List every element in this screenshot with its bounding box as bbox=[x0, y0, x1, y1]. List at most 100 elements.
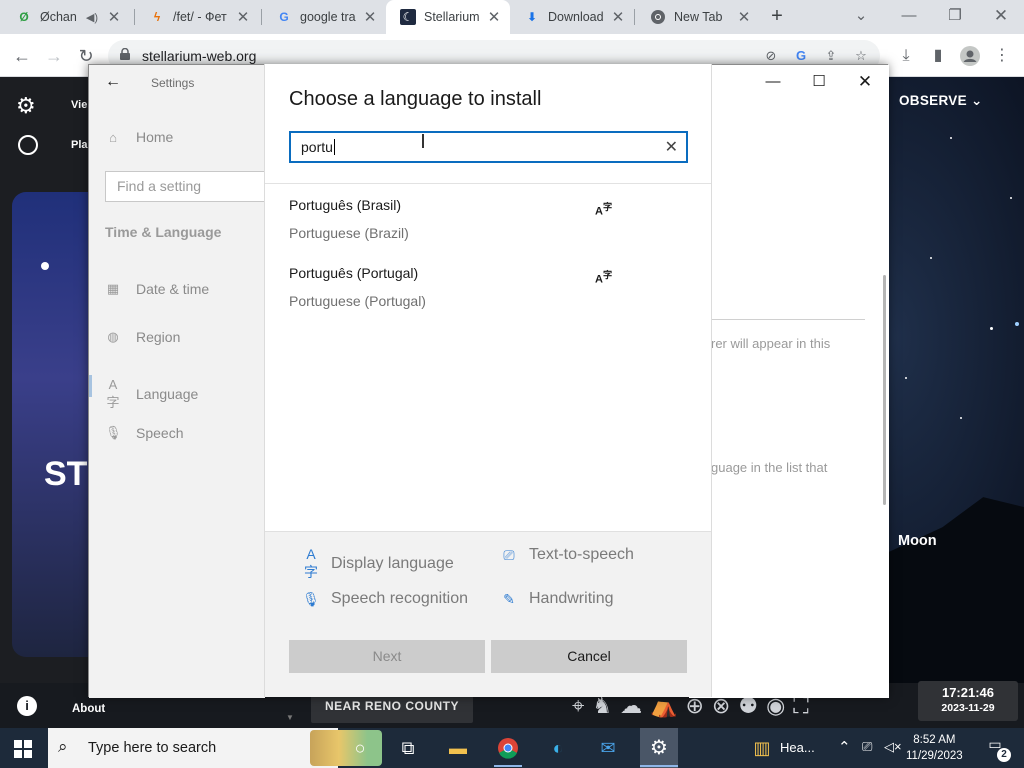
handwriting-icon: ✎ bbox=[503, 590, 515, 607]
search-value: portu bbox=[301, 139, 335, 155]
tab-close-icon[interactable]: ✕ bbox=[235, 8, 251, 26]
date-value: 2023-11-29 bbox=[941, 702, 995, 714]
new-tab-button[interactable]: + bbox=[766, 5, 788, 29]
browser-tab-0[interactable]: Ø Øchan ◀) ✕ bbox=[2, 0, 130, 34]
minimize-icon[interactable]: — bbox=[758, 71, 788, 93]
location-button[interactable]: NEAR RENO COUNTY bbox=[311, 693, 473, 723]
language-option[interactable]: Português (Portugal) Portuguese (Portuga… bbox=[289, 265, 689, 323]
menu-label-view[interactable]: Vie bbox=[71, 99, 87, 111]
tab-search-chevron-icon[interactable]: ⌄ bbox=[848, 4, 874, 28]
feature-label: Text-to-speech bbox=[529, 546, 634, 563]
about-link[interactable]: About bbox=[72, 703, 105, 715]
kebab-menu-icon[interactable]: ⋮ bbox=[990, 44, 1014, 68]
settings-content-right bbox=[689, 65, 889, 698]
section-title: Time & Language bbox=[105, 224, 222, 240]
search-placeholder: Type here to search bbox=[88, 740, 217, 756]
close-window-icon[interactable]: ✕ bbox=[988, 4, 1014, 28]
clear-search-icon[interactable]: ✕ bbox=[665, 137, 678, 157]
dialog-footer: A字 Display language ⎚ Text-to-speech 🎙︎ … bbox=[265, 531, 711, 697]
moon-label[interactable]: Moon bbox=[898, 533, 937, 549]
browser-tab-3[interactable]: ☾ Stellarium ✕ bbox=[386, 0, 510, 34]
find-setting-input[interactable]: Find a setting bbox=[105, 171, 275, 202]
browser-tab-5[interactable]: New Tab ✕ bbox=[636, 0, 760, 34]
downloads-icon[interactable]: ⤓ bbox=[894, 44, 918, 68]
minimize-icon[interactable]: — bbox=[896, 4, 922, 28]
task-view-icon[interactable]: ⧉ bbox=[394, 734, 422, 762]
browser-tab-1[interactable]: ϟ /fet/ - Фет ✕ bbox=[135, 0, 259, 34]
selected-nav-indicator bbox=[89, 375, 92, 397]
close-icon[interactable]: ✕ bbox=[850, 71, 880, 93]
tab-close-icon[interactable]: ✕ bbox=[610, 8, 626, 26]
home-icon: ⌂ bbox=[109, 129, 117, 145]
chevron-up-icon[interactable]: ⌃ bbox=[838, 738, 851, 756]
running-indicator bbox=[494, 765, 522, 767]
nav-language[interactable]: A字 Language bbox=[105, 377, 198, 411]
microphone-icon: 🎙︎ bbox=[302, 590, 320, 607]
4chan-clover-icon: Ø bbox=[19, 10, 29, 24]
bookmark-star-icon[interactable]: ☆ bbox=[852, 47, 870, 65]
network-icon[interactable]: ⎚ bbox=[862, 739, 872, 755]
forward-arrow-icon[interactable]: → bbox=[42, 44, 66, 68]
mail-icon[interactable]: ✉ bbox=[594, 734, 622, 762]
back-arrow-icon[interactable]: ← bbox=[10, 44, 34, 68]
edge-icon[interactable]: ◐ bbox=[544, 734, 572, 762]
weather-text[interactable]: Hea... bbox=[780, 740, 815, 755]
language-native-name: Português (Brasil) bbox=[289, 197, 402, 213]
browser-tab-4[interactable]: ⬇ Download ✕ bbox=[510, 0, 634, 34]
windows-start-icon[interactable] bbox=[14, 740, 32, 758]
maximize-icon[interactable]: ☐ bbox=[804, 71, 834, 93]
display-language-feature-icon: A字 bbox=[595, 270, 613, 286]
notification-center-icon[interactable]: ▭ 2 bbox=[983, 736, 1011, 762]
google-icon: G bbox=[279, 10, 289, 24]
planets-circle-icon[interactable] bbox=[18, 135, 38, 155]
next-button[interactable]: Next bbox=[289, 640, 485, 673]
observe-menu[interactable]: OBSERVE ⌄ bbox=[899, 93, 983, 109]
nav-label: Speech bbox=[136, 425, 184, 441]
calendar-clock-icon: ▦ bbox=[106, 281, 120, 296]
clock-date: 11/29/2023 bbox=[906, 750, 963, 762]
file-explorer-icon[interactable]: ▬ bbox=[444, 734, 472, 762]
nav-home[interactable]: ⌂ Home bbox=[105, 129, 173, 145]
blocked-icon[interactable]: ⊘ bbox=[762, 47, 780, 65]
back-arrow-icon[interactable]: ← bbox=[105, 73, 121, 91]
menu-label-planets[interactable]: Pla bbox=[71, 139, 88, 151]
nav-label: Date & time bbox=[136, 281, 210, 297]
nav-date-time[interactable]: ▦ Date & time bbox=[105, 281, 209, 297]
share-icon[interactable]: ⇪ bbox=[822, 47, 840, 65]
taskbar-clock[interactable]: 8:52 AM 11/29/2023 bbox=[906, 732, 963, 764]
feature-handwriting: ✎ Handwriting bbox=[499, 590, 613, 608]
tab-close-icon[interactable]: ✕ bbox=[736, 8, 752, 26]
taskbar-search-box[interactable]: ⌕ Type here to search bbox=[48, 728, 382, 768]
stellarium-moon-icon: ☾ bbox=[400, 9, 416, 25]
profile-avatar-icon[interactable] bbox=[958, 44, 982, 68]
content-text-fragment: guage in the list that bbox=[711, 460, 828, 475]
weather-traffic-icon[interactable]: ▥ bbox=[748, 734, 776, 762]
running-indicator bbox=[640, 765, 678, 767]
microphone-icon: 🎙︎ bbox=[105, 425, 122, 440]
time-display[interactable]: 17:21:46 2023-11-29 bbox=[918, 681, 1018, 721]
cancel-button[interactable]: Cancel bbox=[491, 640, 687, 673]
scrollbar[interactable] bbox=[883, 275, 886, 505]
restore-icon[interactable]: ❐ bbox=[942, 4, 968, 28]
tab-close-icon[interactable]: ✕ bbox=[362, 8, 378, 26]
cortana-circle-icon[interactable]: ○ bbox=[346, 734, 374, 762]
dialog-title: Choose a language to install bbox=[289, 88, 542, 110]
side-panel-icon[interactable]: ▮ bbox=[926, 44, 950, 68]
gear-icon[interactable]: ⚙ bbox=[16, 93, 36, 119]
google-lens-icon[interactable]: G bbox=[792, 47, 810, 65]
info-icon[interactable]: i bbox=[17, 696, 37, 716]
settings-taskbar-icon[interactable]: ⚙ bbox=[640, 728, 678, 768]
mouse-ibeam-cursor bbox=[422, 134, 424, 148]
nav-region[interactable]: ◍ Region bbox=[105, 329, 180, 345]
tab-title: /fet/ - Фет bbox=[173, 10, 227, 24]
browser-tab-2[interactable]: G google tra ✕ bbox=[262, 0, 386, 34]
chrome-taskbar-icon[interactable] bbox=[494, 734, 522, 762]
nav-speech[interactable]: 🎙︎ Speech bbox=[105, 425, 183, 441]
volume-muted-icon[interactable]: ◁× bbox=[884, 739, 902, 755]
download-arrow-icon: ⬇ bbox=[526, 10, 538, 24]
tab-close-icon[interactable]: ✕ bbox=[486, 8, 502, 26]
language-option[interactable]: Português (Brasil) Portuguese (Brazil) A… bbox=[289, 197, 689, 255]
scroll-down-arrow-icon[interactable]: ▼ bbox=[286, 713, 294, 722]
tab-close-icon[interactable]: ✕ bbox=[106, 8, 122, 26]
language-search-input[interactable]: portu ✕ bbox=[289, 131, 688, 163]
